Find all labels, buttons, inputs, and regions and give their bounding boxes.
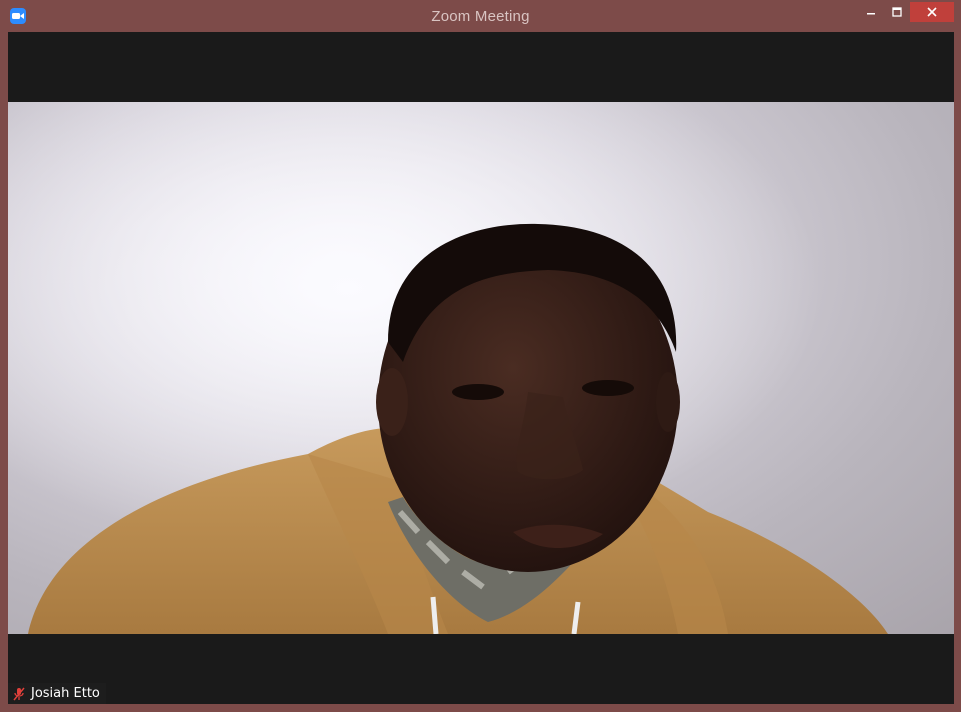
- minimize-icon: [867, 13, 875, 15]
- participant-name: Josiah Etto: [31, 686, 100, 701]
- participant-name-tag: Josiah Etto: [8, 683, 106, 704]
- video-frame: [8, 102, 954, 634]
- window-title: Zoom Meeting: [431, 8, 530, 25]
- minimize-button[interactable]: [858, 2, 884, 22]
- participant-video[interactable]: [8, 102, 954, 634]
- mic-muted-icon: [12, 687, 26, 701]
- close-icon: [927, 7, 937, 17]
- zoom-window: Zoom Meeting Josiah Etto: [0, 0, 961, 712]
- meeting-area: Josiah Etto: [8, 32, 954, 704]
- maximize-icon: [892, 7, 902, 17]
- title-bar[interactable]: Zoom Meeting: [0, 0, 961, 32]
- maximize-button[interactable]: [884, 2, 910, 22]
- close-button[interactable]: [910, 2, 954, 22]
